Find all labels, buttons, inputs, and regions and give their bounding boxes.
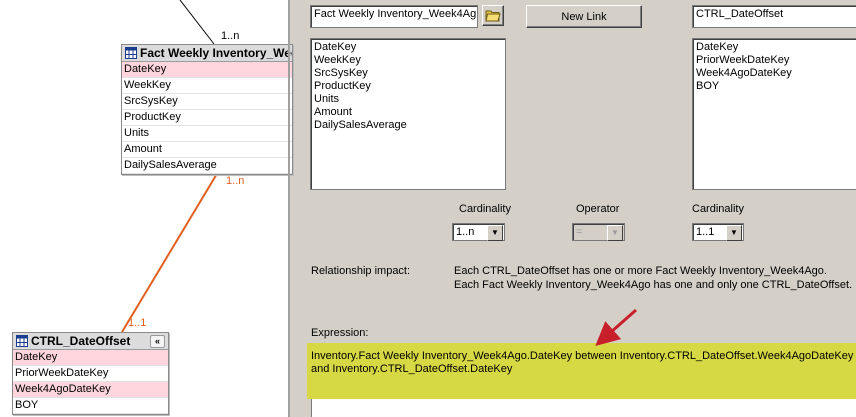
cardinality-right-label: Cardinality	[692, 203, 744, 215]
panel-divider[interactable]	[288, 0, 290, 417]
entity-column[interactable]: Amount	[122, 142, 292, 158]
entity-title: CTRL_DateOffset	[31, 334, 131, 348]
impact-line-2: Each Fact Weekly Inventory_Week4Ago has …	[454, 279, 853, 291]
list-item[interactable]: Amount	[314, 106, 502, 119]
left-column-list[interactable]: DateKey WeekKey SrcSysKey ProductKey Uni…	[310, 38, 506, 190]
expression-editor[interactable]: Inventory.Fact Weekly Inventory_Week4Ago…	[307, 343, 856, 399]
entity-column[interactable]: SrcSysKey	[122, 94, 292, 110]
cardinality-label-top: 1..n	[221, 30, 240, 42]
expression-editor-area[interactable]	[311, 399, 856, 417]
expression-label: Expression:	[311, 327, 369, 339]
relationship-impact-label: Relationship impact:	[311, 265, 411, 277]
entity-column[interactable]: DailySalesAverage	[122, 158, 292, 174]
entity-column[interactable]: PriorWeekDateKey	[13, 366, 168, 382]
entity-column[interactable]: ProductKey	[122, 110, 292, 126]
entity-column[interactable]: Units	[122, 126, 292, 142]
entity-column[interactable]: WeekKey	[122, 78, 292, 94]
operator-select: = ▼	[572, 223, 625, 241]
chevron-down-icon[interactable]: ▼	[726, 225, 742, 241]
relationship-line-selected[interactable]	[121, 171, 219, 333]
list-item[interactable]: DateKey	[314, 41, 502, 54]
list-item[interactable]: Units	[314, 93, 502, 106]
list-item[interactable]: PriorWeekDateKey	[696, 54, 853, 67]
list-item[interactable]: SrcSysKey	[314, 67, 502, 80]
cardinality-left-value: 1..n	[456, 226, 475, 238]
left-table-value: Fact Weekly Inventory_Week4Ag	[314, 8, 477, 20]
cardinality-right-value: 1..1	[696, 226, 715, 238]
operator-label: Operator	[576, 203, 620, 215]
list-item[interactable]: DailySalesAverage	[314, 119, 502, 132]
left-table-field[interactable]: Fact Weekly Inventory_Week4Ag	[310, 5, 478, 28]
expression-text: Inventory.Fact Weekly Inventory_Week4Ago…	[311, 350, 854, 375]
table-icon	[125, 47, 137, 59]
chevron-down-icon: ▼	[607, 225, 623, 241]
cardinality-label-fact: 1..n	[226, 175, 245, 187]
entity-column[interactable]: Week4AgoDateKey	[13, 382, 168, 398]
list-item[interactable]: ProductKey	[314, 80, 502, 93]
model-diagram-canvas[interactable]: 1..n 1..n 1..1 Fact Weekly Inventory_Wee…	[0, 0, 293, 417]
list-item[interactable]: WeekKey	[314, 54, 502, 67]
list-item[interactable]: Week4AgoDateKey	[696, 67, 853, 80]
list-item[interactable]: BOY	[696, 80, 853, 93]
operator-value: =	[576, 226, 583, 238]
impact-line-1: Each CTRL_DateOffset has one or more Fac…	[454, 265, 827, 277]
entity-column[interactable]: DateKey	[13, 350, 168, 366]
chevron-down-icon[interactable]: ▼	[487, 225, 503, 241]
list-item[interactable]: DateKey	[696, 41, 853, 54]
new-link-button[interactable]: New Link	[526, 5, 642, 28]
folder-icon	[485, 10, 501, 22]
cardinality-right-select[interactable]: 1..1 ▼	[692, 223, 744, 241]
entity-header[interactable]: CTRL_DateOffset «	[13, 333, 168, 350]
entity-column[interactable]: BOY	[13, 398, 168, 414]
right-column-list[interactable]: DateKey PriorWeekDateKey Week4AgoDateKey…	[692, 38, 856, 190]
collapse-icon[interactable]: «	[150, 334, 165, 348]
cardinality-left-select[interactable]: 1..n ▼	[452, 223, 505, 241]
cardinality-label-ctrl: 1..1	[128, 317, 147, 329]
table-icon	[16, 335, 28, 347]
entity-fact-weekly-inventory[interactable]: Fact Weekly Inventory_Wee DateKey WeekKe…	[121, 44, 293, 175]
entity-column[interactable]: DateKey	[122, 62, 292, 78]
browse-table-button[interactable]	[482, 5, 504, 26]
right-table-value: CTRL_DateOffset	[696, 8, 784, 20]
entity-title: Fact Weekly Inventory_Wee	[140, 46, 292, 60]
annotation-arrow-icon	[595, 308, 637, 346]
cardinality-left-label: Cardinality	[459, 203, 511, 215]
entity-header[interactable]: Fact Weekly Inventory_Wee	[122, 45, 292, 62]
right-table-field[interactable]: CTRL_DateOffset	[692, 5, 856, 28]
entity-ctrl-dateoffset[interactable]: CTRL_DateOffset « DateKey PriorWeekDateK…	[12, 332, 169, 415]
relationship-line-top[interactable]	[179, 0, 215, 45]
new-link-label: New Link	[561, 10, 607, 23]
